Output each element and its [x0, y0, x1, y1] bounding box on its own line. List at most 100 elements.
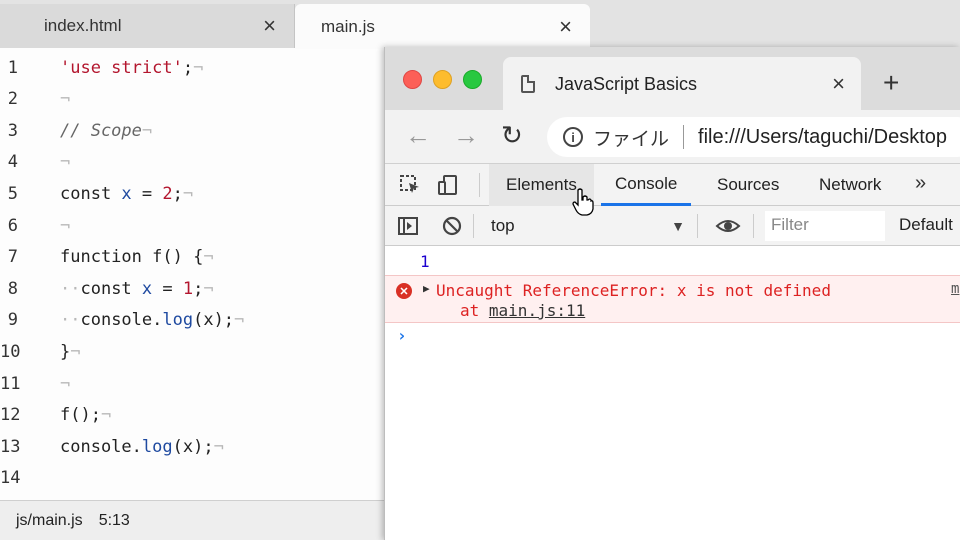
- code-area[interactable]: 1'use strict';¬ 2 ¬ 3// Scope¬ 4 ¬ 5 const x = …: [0, 52, 385, 500]
- code-line[interactable]: 12 f();¬: [0, 400, 385, 431]
- code-line[interactable]: 8 ··const x = 1;¬: [0, 273, 385, 304]
- code-token: ··: [60, 310, 81, 331]
- code-token: }: [60, 341, 71, 362]
- line-code: // Scope¬: [60, 121, 152, 141]
- hand-pointer-cursor-icon: [572, 188, 594, 216]
- console-error-row: ✕ ▶ Uncaught ReferenceError: x is not de…: [385, 275, 960, 323]
- close-icon[interactable]: ×: [832, 71, 845, 97]
- code-token: ¬: [193, 57, 204, 78]
- back-button[interactable]: ←: [405, 120, 431, 151]
- code-line[interactable]: 4 ¬: [0, 147, 385, 178]
- inspect-element-icon[interactable]: [399, 174, 421, 196]
- line-number: 5: [7, 183, 18, 204]
- code-token: ;: [193, 278, 204, 299]
- code-token: ¬: [203, 247, 214, 268]
- tab-sources[interactable]: Sources: [703, 164, 793, 206]
- code-line[interactable]: 5 const x = 2;¬: [0, 178, 385, 209]
- stack-prefix: at: [460, 301, 489, 320]
- line-code: const x = 2;¬: [60, 184, 193, 204]
- tab-main-js[interactable]: main.js ×: [295, 4, 590, 49]
- reload-button[interactable]: ↻: [501, 120, 523, 151]
- console-output: 1 ✕ ▶ Uncaught ReferenceError: x is not …: [385, 246, 960, 540]
- code-token: ¬: [213, 436, 224, 457]
- code-token: (x);: [172, 436, 214, 457]
- error-icon: ✕: [396, 283, 412, 299]
- browser-window: JavaScript Basics × + ← → ↻ i ファイル file:…: [384, 47, 960, 540]
- info-icon[interactable]: i: [563, 127, 583, 147]
- code-token: 'use strict': [60, 57, 183, 78]
- code-token: ;: [182, 57, 194, 78]
- devtools-tab-bar: Elements Console Sources Network »: [385, 164, 960, 206]
- code-token: console.: [60, 436, 142, 457]
- line-number: 6: [7, 215, 18, 236]
- expand-triangle-icon[interactable]: ▶: [423, 282, 430, 295]
- line-code: ¬: [60, 216, 70, 236]
- code-line[interactable]: 3 // Scope¬: [0, 115, 385, 146]
- line-code: 'use strict';¬: [60, 58, 203, 78]
- log-levels-select[interactable]: Default: [899, 215, 953, 235]
- code-token: ··: [60, 278, 81, 299]
- error-source-file-link[interactable]: m: [951, 281, 959, 297]
- error-stack-line: at main.js:11: [460, 301, 585, 320]
- line-code: ··console.log(x);¬: [60, 310, 244, 330]
- maximize-window-button[interactable]: [463, 70, 482, 89]
- close-icon[interactable]: ×: [263, 15, 276, 37]
- tab-label: main.js: [321, 16, 375, 36]
- browser-tab[interactable]: JavaScript Basics ×: [503, 57, 861, 111]
- line-number: 3: [7, 120, 18, 141]
- sidebar-toggle-icon[interactable]: [397, 215, 419, 237]
- url-text[interactable]: file:///Users/taguchi/Desktop: [698, 126, 947, 149]
- code-line[interactable]: 13 console.log(x);¬: [0, 431, 385, 462]
- code-token: f() {: [152, 247, 204, 268]
- error-message: Uncaught ReferenceError: x is not define…: [436, 281, 831, 300]
- line-number: 7: [7, 247, 18, 268]
- line-number: 4: [7, 152, 18, 173]
- more-tabs-button[interactable]: »: [915, 172, 926, 195]
- code-line[interactable]: 7 function f() {¬: [0, 242, 385, 273]
- code-token: ¬: [100, 405, 112, 426]
- close-window-button[interactable]: [403, 70, 422, 89]
- context-select[interactable]: top ▼: [481, 212, 685, 240]
- console-prompt[interactable]: ›: [397, 326, 407, 345]
- code-line[interactable]: 14: [0, 463, 385, 494]
- clear-console-icon[interactable]: [441, 215, 463, 237]
- tab-index-html[interactable]: index.html ×: [0, 4, 295, 48]
- editor-tab-bar: index.html × main.js ×: [0, 0, 960, 49]
- code-line[interactable]: 2 ¬: [0, 84, 385, 115]
- divider: [683, 125, 685, 149]
- code-token: f();: [60, 405, 101, 426]
- line-number: 8: [7, 278, 18, 299]
- line-code: ¬: [60, 374, 70, 394]
- tab-label: Sources: [717, 175, 780, 194]
- code-token: const: [80, 278, 142, 299]
- editor-status-bar: js/main.js 5:13: [0, 500, 385, 540]
- code-line[interactable]: 11 ¬: [0, 368, 385, 399]
- line-code: ··const x = 1;¬: [60, 279, 214, 299]
- close-icon[interactable]: ×: [559, 15, 572, 38]
- code-line[interactable]: 10}¬: [0, 336, 385, 367]
- tab-label: Elements: [506, 175, 577, 194]
- tab-label: Network: [819, 175, 882, 194]
- new-tab-button[interactable]: +: [883, 67, 899, 99]
- code-token: log: [141, 436, 173, 457]
- code-line[interactable]: 6 ¬: [0, 210, 385, 241]
- line-number: 9: [7, 310, 18, 331]
- code-token: ¬: [234, 310, 245, 331]
- error-source-link[interactable]: main.js:11: [489, 301, 585, 320]
- code-line[interactable]: 9 ··console.log(x);¬: [0, 305, 385, 336]
- omnibox[interactable]: i ファイル file:///Users/taguchi/Desktop: [547, 117, 960, 157]
- device-toolbar-icon[interactable]: [437, 174, 459, 196]
- eye-icon[interactable]: [715, 215, 741, 237]
- code-token: // Scope: [60, 120, 142, 141]
- filter-input[interactable]: Filter: [765, 211, 885, 241]
- divider: [697, 214, 698, 238]
- line-code: ¬: [60, 152, 70, 172]
- divider: [479, 173, 480, 197]
- tab-network[interactable]: Network: [805, 164, 895, 206]
- browser-tab-title: JavaScript Basics: [555, 73, 698, 94]
- minimize-window-button[interactable]: [433, 70, 452, 89]
- forward-button[interactable]: →: [453, 120, 479, 151]
- tab-console[interactable]: Console: [601, 164, 692, 206]
- code-line[interactable]: 1 'use strict';¬: [0, 52, 385, 83]
- line-code: ¬: [60, 89, 70, 109]
